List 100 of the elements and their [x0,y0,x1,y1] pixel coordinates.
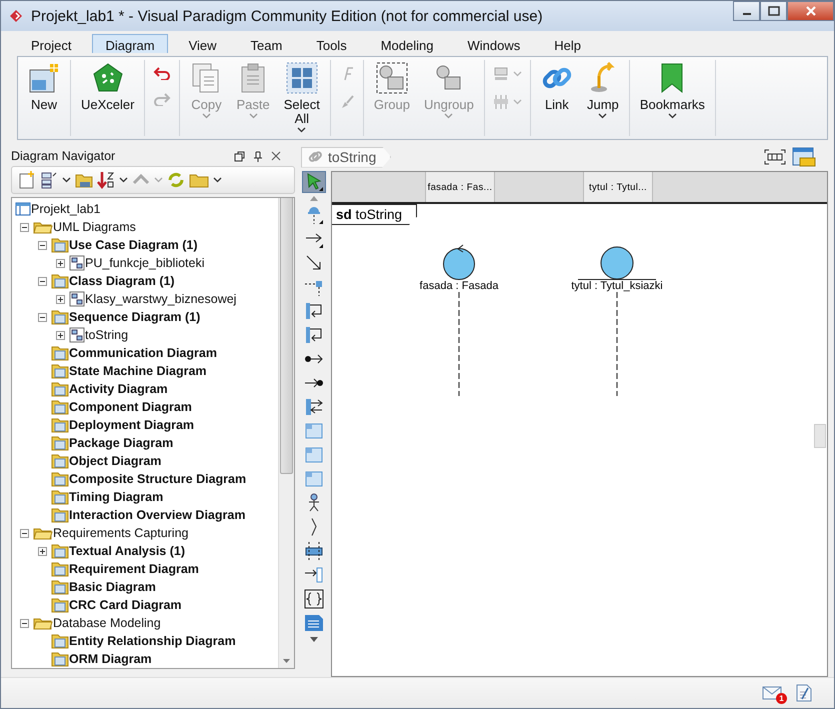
scroll-down-icon[interactable] [309,636,319,643]
tree-item[interactable]: Timing Diagram [69,490,164,504]
scroll-down-icon[interactable] [282,658,291,664]
menu-tab[interactable]: View [176,34,230,53]
tree-item[interactable]: PU_funkcje_biblioteki [85,256,205,270]
tree-item[interactable]: Package Diagram [69,436,174,450]
tree-item[interactable]: Component Diagram [69,400,192,414]
folder-diagram-icon [51,489,69,505]
expand-toggle[interactable] [38,546,46,556]
tree-item[interactable]: Projekt_lab1 [31,202,100,216]
tree-item[interactable]: Requirements Capturing [53,526,188,540]
tree-item[interactable]: Object Diagram [69,454,162,468]
caret-icon [598,113,608,119]
expand-toggle[interactable] [56,294,64,304]
notification-badge: 1 [776,693,787,704]
minimize-button[interactable] [733,1,760,21]
folder-diagram-icon [51,363,69,379]
new-page-icon[interactable] [18,171,36,189]
tree-item[interactable]: Textual Analysis (1) [69,544,186,558]
expand-toggle[interactable] [56,330,64,340]
folder-diagram-icon [51,651,69,667]
window-panel-icon[interactable] [792,147,816,167]
diagram-icon [69,255,85,271]
maximize-icon [768,6,780,16]
menu-tab[interactable]: Modeling [368,34,446,53]
palette-tool[interactable] [302,588,326,610]
tree-item[interactable]: Sequence Diagram (1) [69,310,200,324]
mail-icon[interactable] [762,686,782,700]
sort-icon[interactable] [97,171,115,189]
collapse-toggle[interactable] [38,312,46,322]
tree-item[interactable]: UML Diagrams [53,220,136,234]
collapse-toggle[interactable] [38,240,46,250]
maximize-button[interactable] [760,1,787,21]
fit-to-window-icon[interactable] [764,149,786,165]
header-cell: tytul : Tytul... [583,172,653,202]
tree-item[interactable]: Klasy_warstwy_biznesowej [85,292,236,306]
caret-icon [444,113,454,119]
link-icon [308,150,322,164]
tree-item[interactable]: Deployment Diagram [69,418,194,432]
menu-tab[interactable]: Project [18,34,84,53]
hierarchy-icon[interactable] [40,171,58,189]
folder-diagram-icon [51,543,69,559]
collapse-toggle[interactable] [20,222,28,232]
menu-tab[interactable]: Tools [303,34,360,53]
folder-diagram-icon [51,273,69,289]
ribbon-button[interactable]: UeXceler [75,60,140,136]
note-tool-icon [303,612,325,634]
lifeline-label: fasada : Fasada [420,280,498,292]
menu-tab[interactable]: Diagram [92,34,168,53]
document-edit-icon[interactable] [796,684,812,702]
braces-tool-icon [303,588,325,610]
tree-item[interactable]: Requirement Diagram [69,562,199,576]
caret-icon [668,113,677,119]
tree-item[interactable]: Use Case Diagram (1) [69,238,198,252]
ribbon-button[interactable]: New [22,60,66,136]
redo-icon [153,92,172,106]
folder-diagram-icon [51,237,69,253]
restore-icon[interactable] [234,150,245,162]
caret-icon [119,177,128,183]
frame-label: sd toString [332,204,418,225]
tree-item[interactable]: State Machine Diagram [69,364,207,378]
tree-item[interactable]: ORM Diagram [69,652,152,666]
tree-item[interactable]: Communication Diagram [69,346,217,360]
tree-item[interactable]: Class Diagram (1) [69,274,175,288]
caret-icon [62,177,71,183]
breadcrumb[interactable]: toString [301,146,392,168]
diagram-canvas[interactable]: fasada : Fas... tytul : Tytul... sd toString fasada : Fasada tytul : Tytul_ksiazki [331,171,828,677]
folder-diagram-icon [51,417,69,433]
scroll-grip[interactable] [814,424,826,448]
app-logo-icon [9,9,23,23]
ribbon-button[interactable]: Bookmarks [634,60,711,136]
bar-tool-icon [303,540,325,562]
pin-icon[interactable] [253,150,263,162]
menu-tab[interactable]: Help [541,34,594,53]
panel-title: Diagram Navigator [11,149,116,163]
ribbon-button[interactable]: Jump [580,60,625,136]
tree-item[interactable]: Activity Diagram [69,382,168,396]
folder-diagram-icon [51,453,69,469]
tree-item[interactable]: Database Modeling [53,616,161,630]
folder-diagram-icon [51,561,69,577]
collapse-toggle[interactable] [20,618,28,628]
ribbon-button[interactable]: Link [534,60,579,136]
scrollbar[interactable] [278,198,294,668]
ribbon-button[interactable]: Select All [278,60,326,136]
expand-toggle[interactable] [56,258,64,268]
tree-item[interactable]: Basic Diagram [69,580,156,594]
diagram-icon [69,291,85,307]
tree-item[interactable]: CRC Card Diagram [69,598,182,612]
close-button[interactable] [787,1,834,21]
tree-item[interactable]: Entity Relationship Diagram [69,634,236,648]
menu-tab[interactable]: Windows [454,34,534,53]
collapse-toggle[interactable] [20,528,28,538]
caret-icon [154,177,163,183]
collapse-toggle[interactable] [38,276,46,286]
menu-tab[interactable]: Team [238,34,296,53]
tree-item[interactable]: Composite Structure Diagram [69,472,246,486]
distribute-icon [492,94,509,110]
tree-item[interactable]: toString [85,328,128,342]
tree-item[interactable]: Interaction Overview Diagram [69,508,246,522]
close-icon[interactable] [271,151,281,161]
